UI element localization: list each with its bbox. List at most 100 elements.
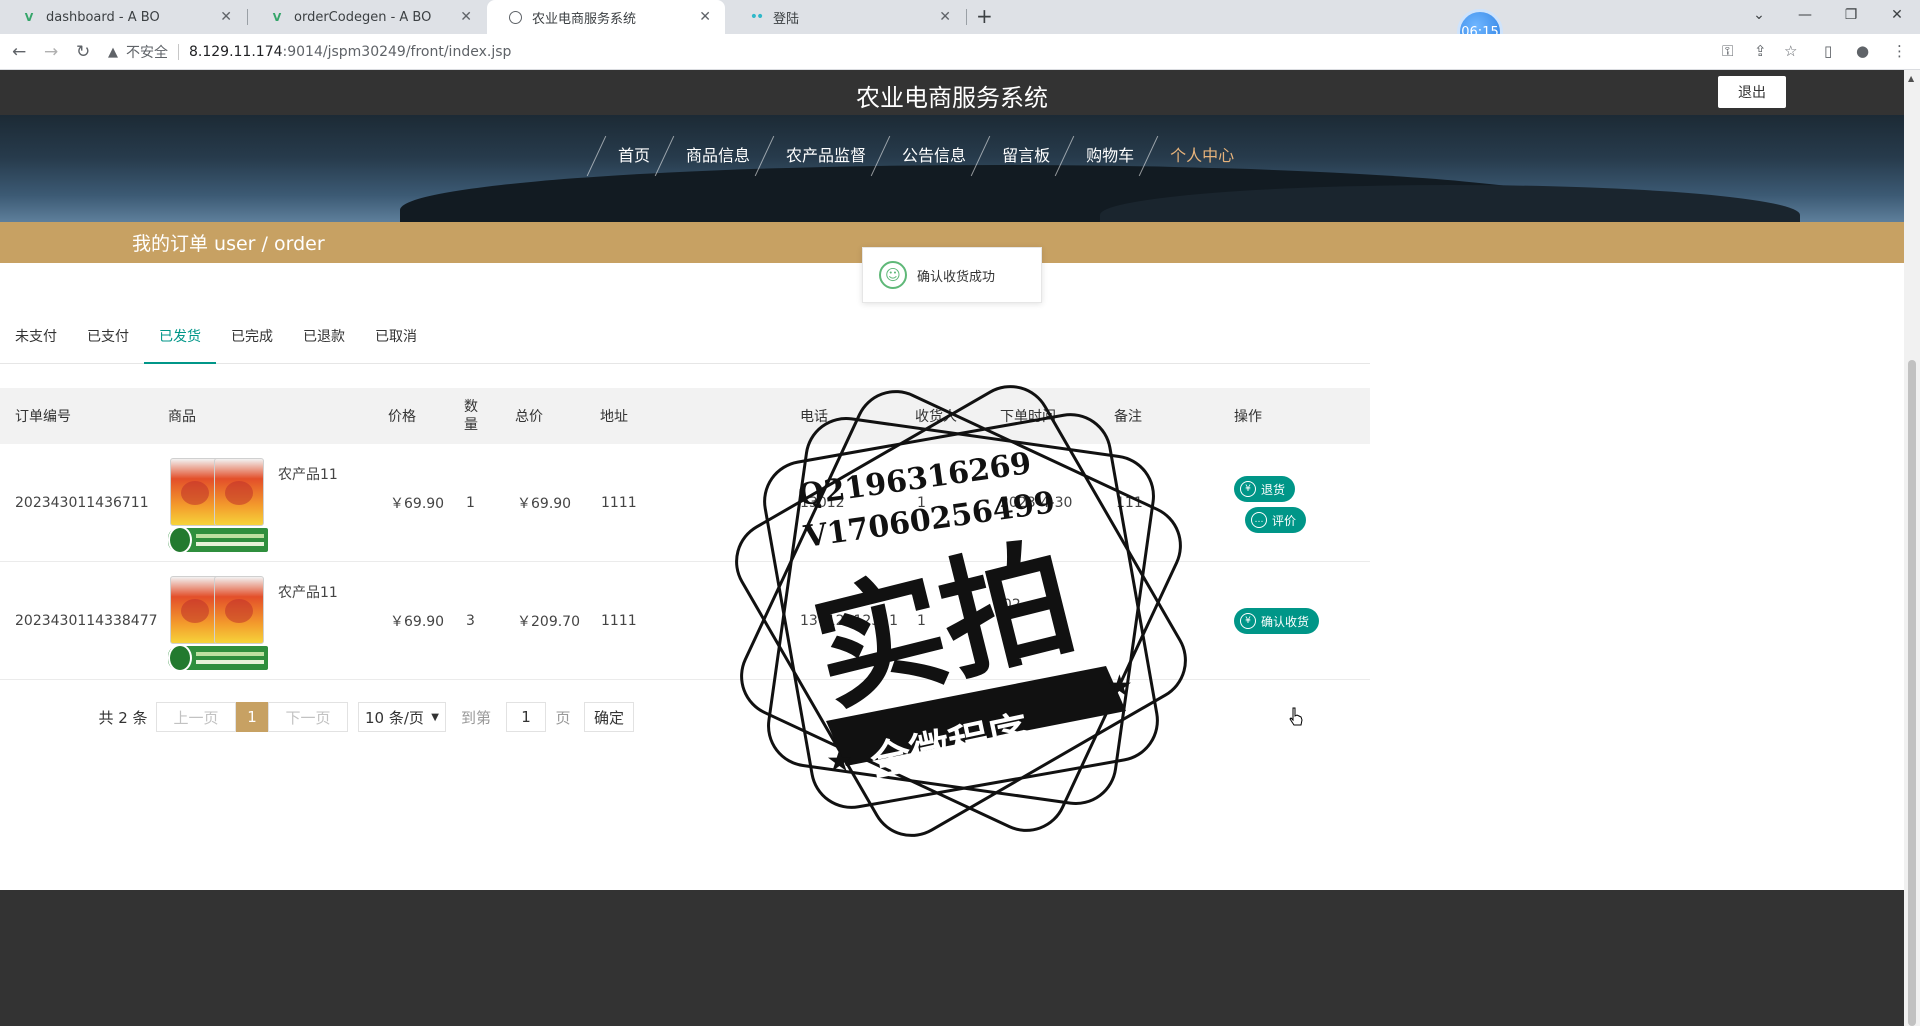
- key-icon[interactable]: ⚿: [1722, 42, 1733, 60]
- receiver-cell: 1: [917, 495, 926, 511]
- nav-supervision[interactable]: 农产品监督: [768, 142, 884, 166]
- product-package-image: [214, 458, 264, 526]
- col-order-no: 订单编号: [15, 409, 71, 425]
- order-time-cell: 202: [994, 597, 1021, 613]
- dots-favicon-icon: ••: [749, 9, 765, 25]
- nav-notices[interactable]: 公告信息: [884, 142, 984, 166]
- order-no-cell: 202343011436711: [15, 495, 149, 511]
- return-button[interactable]: ¥ 退货: [1234, 476, 1296, 502]
- browser-tab-title: orderCodegen - A BO: [294, 9, 432, 25]
- scrollbar-thumb[interactable]: [1908, 360, 1916, 1026]
- goto-confirm-button[interactable]: 确定: [584, 702, 634, 732]
- product-package-image: [214, 576, 264, 644]
- browser-tab-dashboard[interactable]: V dashboard - A BO ✕: [0, 0, 246, 34]
- total-cell: ￥69.90: [517, 496, 572, 512]
- restore-icon[interactable]: ❐: [1828, 0, 1874, 30]
- tab-refunded[interactable]: 已退款: [302, 322, 346, 364]
- nav-home[interactable]: 首页: [600, 142, 668, 166]
- url-host: 8.129.11.174: [189, 44, 283, 60]
- col-action: 操作: [1234, 409, 1262, 425]
- close-icon[interactable]: ✕: [699, 9, 711, 25]
- close-icon[interactable]: ✕: [220, 9, 232, 25]
- close-icon[interactable]: ✕: [939, 9, 951, 25]
- page-scrollbar[interactable]: ▲: [1904, 70, 1920, 1026]
- url-path: :9014/jspm30249/front/index.jsp: [282, 44, 512, 60]
- col-address: 地址: [600, 409, 628, 425]
- nav-personal-center[interactable]: 个人中心: [1152, 142, 1252, 166]
- forward-arrow-icon[interactable]: →: [44, 42, 58, 62]
- address-cell: 1111: [601, 613, 637, 629]
- watermark-ribbon: [826, 666, 1126, 766]
- browser-tab-title: 农业电商服务系统: [532, 11, 637, 27]
- confirm-receipt-button[interactable]: ¥ 确认收货: [1234, 608, 1320, 634]
- product-image[interactable]: [168, 458, 268, 554]
- col-receiver: 收货人: [915, 409, 957, 425]
- omnibox-divider: [178, 44, 179, 60]
- toast-notification: ☺ 确认收货成功: [862, 247, 1042, 303]
- remark-cell: 111: [1116, 495, 1143, 511]
- watermark-ribbon-text: 全微程序: [866, 708, 1033, 786]
- browser-tab-login[interactable]: •• 登陆 ✕: [727, 0, 965, 34]
- current-page[interactable]: 1: [236, 702, 268, 732]
- col-order-time: 下单时间: [1000, 409, 1056, 425]
- nav-cart[interactable]: 购物车: [1068, 142, 1152, 166]
- tab-shipped[interactable]: 已发货: [144, 322, 216, 364]
- logout-button[interactable]: 退出: [1718, 76, 1786, 108]
- table-header: 订单编号 商品 价格 数 量 总价 地址 电话 收货人 下单时间 备注 操作: [0, 388, 1370, 444]
- browser-tab-agri-system[interactable]: 农业电商服务系统 ✕: [487, 0, 725, 34]
- chevron-down-icon: ▼: [431, 711, 439, 723]
- minimize-icon[interactable]: —: [1782, 0, 1828, 30]
- phone-cell: 13012312311: [800, 613, 898, 629]
- toast-message: 确认收货成功: [917, 269, 996, 285]
- prev-page-button[interactable]: 上一页: [156, 702, 236, 732]
- window-close-icon[interactable]: ✕: [1874, 0, 1920, 30]
- col-remark: 备注: [1114, 409, 1142, 425]
- close-icon[interactable]: ✕: [460, 9, 472, 25]
- profile-avatar-icon[interactable]: ●: [1856, 42, 1869, 60]
- col-quantity: 数 量: [464, 388, 478, 444]
- goto-page-input[interactable]: 1: [506, 702, 546, 732]
- browser-tab-title: dashboard - A BO: [46, 9, 160, 25]
- guarantee-badge-image: [168, 644, 268, 672]
- new-tab-plus-icon[interactable]: +: [976, 4, 993, 28]
- guarantee-badge-image: [168, 526, 268, 554]
- tab-unpaid[interactable]: 未支付: [14, 322, 58, 364]
- product-name[interactable]: 农产品11: [278, 582, 338, 602]
- tab-cancelled[interactable]: 已取消: [374, 322, 418, 364]
- page-title: 我的订单 user / order: [132, 233, 325, 255]
- tab-search-chevron-icon[interactable]: ⌄: [1736, 0, 1782, 30]
- product-package-image: [170, 576, 220, 644]
- page-size-select[interactable]: 10 条/页 ▼: [358, 702, 446, 732]
- reload-icon[interactable]: ↻: [76, 42, 90, 62]
- review-button-label: 评价: [1272, 513, 1297, 528]
- tab-divider: [966, 9, 967, 25]
- warning-triangle-icon: ▲: [108, 44, 118, 60]
- nav-message-board[interactable]: 留言板: [984, 142, 1068, 166]
- order-status-tabs: 未支付 已支付 已发货 已完成 已退款 已取消: [0, 322, 1370, 364]
- browser-tab-bar: V dashboard - A BO ✕ V orderCodegen - A …: [0, 0, 1920, 34]
- product-name[interactable]: 农产品11: [278, 464, 338, 484]
- address-bar: ← → ↻ ▲ 不安全 8.129.11.174 :9014/jspm30249…: [0, 34, 1920, 70]
- confirm-receipt-button-label: 确认收货: [1261, 614, 1310, 629]
- hero-banner: 首页 商品信息 农产品监督 公告信息 留言板 购物车 个人中心: [0, 115, 1904, 222]
- nav-products[interactable]: 商品信息: [668, 142, 768, 166]
- share-icon[interactable]: ⇪: [1754, 42, 1767, 60]
- tab-completed[interactable]: 已完成: [230, 322, 274, 364]
- product-image[interactable]: [168, 576, 268, 672]
- review-button[interactable]: … 评价: [1245, 507, 1307, 533]
- browser-tab-ordercodegen[interactable]: V orderCodegen - A BO ✕: [248, 0, 486, 34]
- more-menu-icon[interactable]: ⋮: [1892, 42, 1907, 60]
- total-cell: ￥209.70: [517, 614, 580, 630]
- tab-paid[interactable]: 已支付: [86, 322, 130, 364]
- next-page-button[interactable]: 下一页: [268, 702, 348, 732]
- bookmark-star-icon[interactable]: ☆: [1784, 42, 1797, 60]
- col-total: 总价: [515, 409, 543, 425]
- col-phone: 电话: [800, 409, 828, 425]
- sidebar-panel-icon[interactable]: ▯: [1824, 42, 1832, 60]
- browser-tab-title: 登陆: [773, 11, 800, 27]
- back-arrow-icon[interactable]: ←: [12, 42, 26, 62]
- quantity-cell: 1: [466, 495, 475, 511]
- scroll-up-arrow-icon[interactable]: ▲: [1908, 74, 1914, 83]
- price-cell: ￥69.90: [390, 614, 445, 630]
- url-field[interactable]: ▲ 不安全 8.129.11.174 :9014/jspm30249/front…: [108, 38, 1708, 66]
